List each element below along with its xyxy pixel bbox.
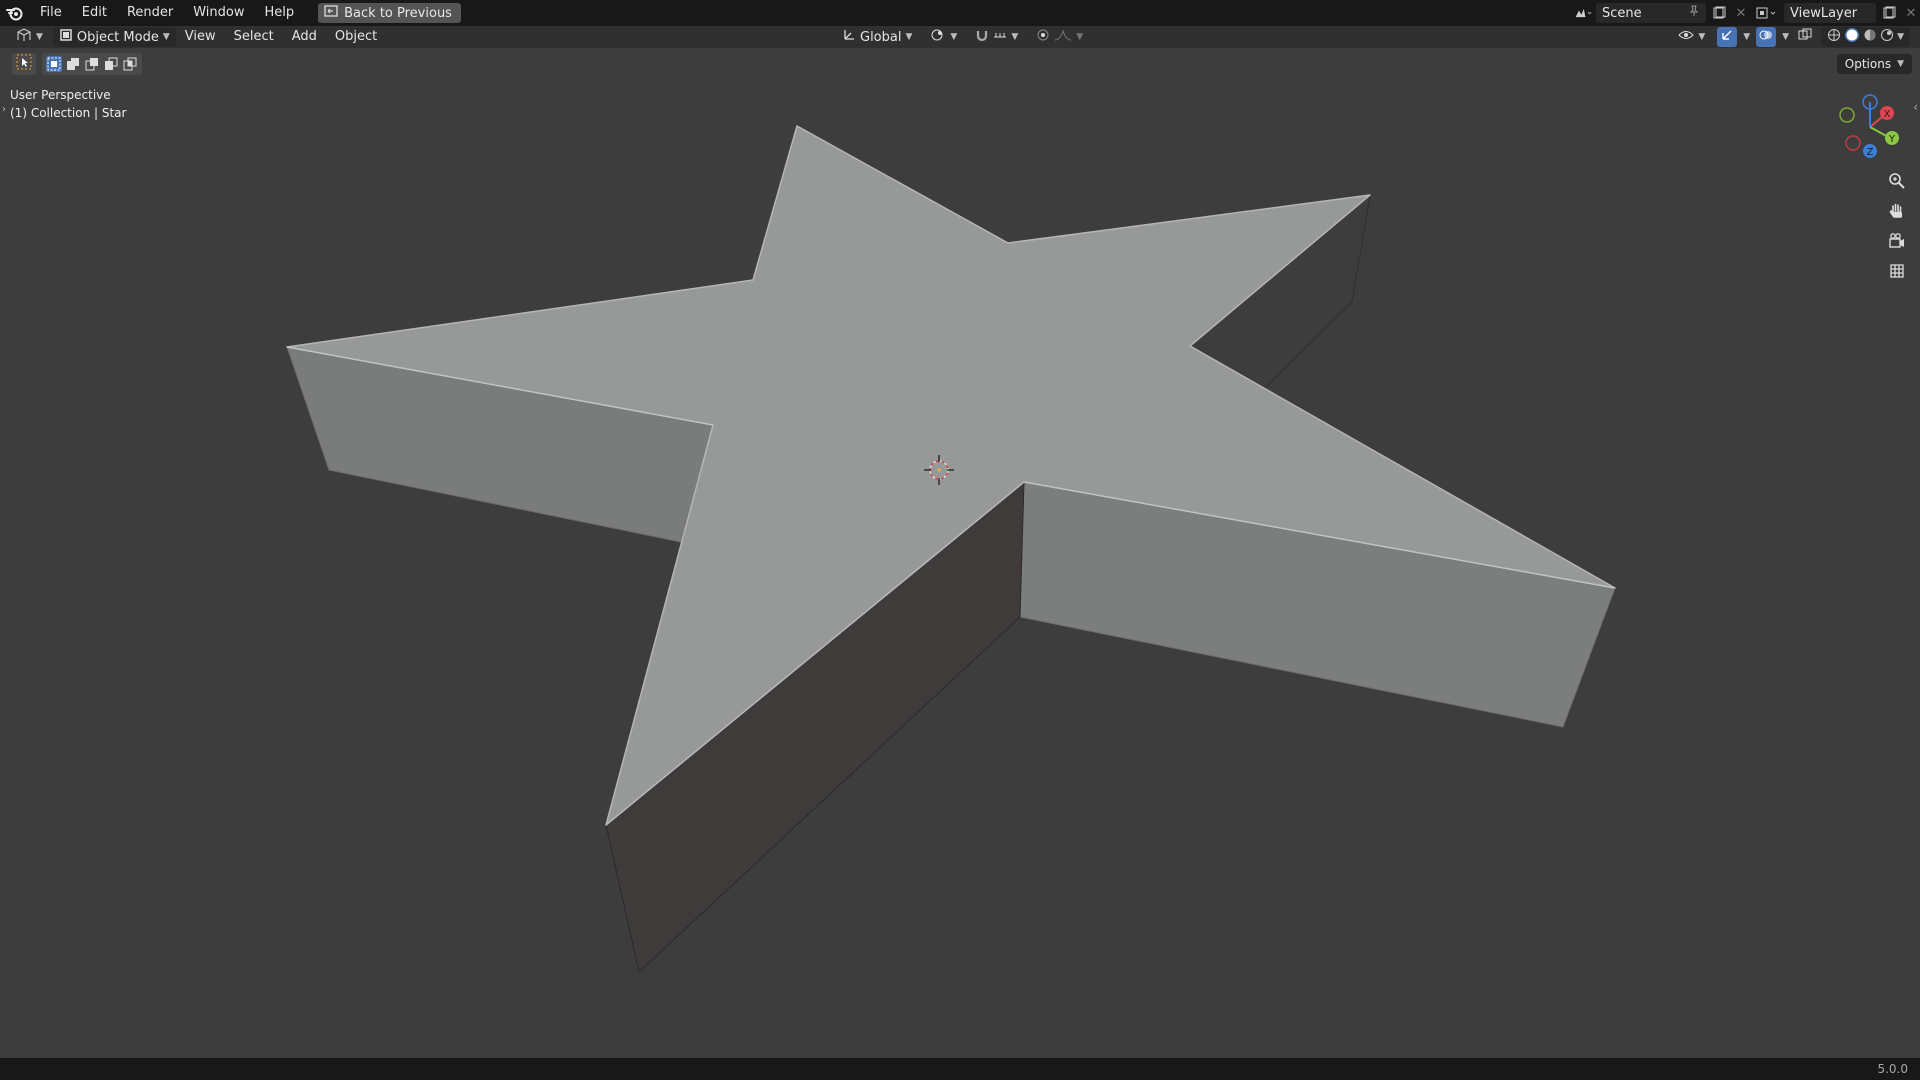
object-mode-icon [59, 28, 73, 46]
chevron-down-icon: ▼ [1698, 32, 1706, 42]
scene-name: Scene [1602, 5, 1642, 21]
select-tool-button[interactable] [12, 53, 36, 75]
top-right-controls: Scene ✕ ViewLayer ✕ [1574, 0, 1920, 26]
options-dropdown[interactable]: Options ▼ [1836, 54, 1912, 74]
3d-viewport-icon [16, 28, 32, 46]
viewport-header: ▼ Object Mode ▼ View Select Add Object G… [0, 26, 1920, 48]
editor-type-button[interactable]: ▼ [10, 27, 49, 47]
chevron-down-icon: ▼ [36, 32, 43, 42]
proportional-editing-icon [1036, 28, 1050, 46]
chevron-right-icon[interactable]: › [2, 104, 6, 115]
wireframe-shading-icon[interactable] [1827, 28, 1841, 46]
collection-info-label: (1) Collection | Star [10, 106, 127, 120]
chevron-down-icon: ▼ [1011, 32, 1019, 42]
selection-mode-group [42, 53, 142, 75]
back-to-previous-button[interactable]: Back to Previous [318, 3, 461, 23]
menu-add[interactable]: Add [283, 26, 326, 48]
version-label: 5.0.0 [1877, 1062, 1908, 1076]
transform-tools: Global ▼ ▼ ▼ ▼ [836, 26, 1089, 48]
xray-icon [1798, 28, 1812, 46]
gizmo-toggle[interactable] [1717, 27, 1738, 47]
viewport-info-overlay: User Perspective (1) Collection | Star [10, 86, 126, 122]
visibility-dropdown[interactable]: ▼ [1672, 27, 1711, 47]
overlays-icon [1759, 28, 1773, 46]
tool-header [12, 52, 142, 76]
screen-back-icon [324, 5, 338, 21]
view-name-label: User Perspective [10, 88, 111, 102]
orientation-dropdown[interactable]: Global ▼ [836, 27, 918, 47]
select-invert-icon[interactable] [103, 56, 119, 72]
menu-window[interactable]: Window [183, 0, 254, 26]
options-label: Options [1844, 57, 1892, 71]
snap-increment-icon [993, 28, 1007, 46]
cursor-arrow-icon [16, 54, 32, 74]
star-mesh[interactable] [0, 48, 1920, 1058]
chevron-down-icon: ▼ [1076, 32, 1084, 42]
solid-shading-icon[interactable] [1844, 27, 1860, 47]
shading-chevron-down-icon[interactable]: ▼ [1897, 32, 1904, 42]
blender-logo-icon[interactable] [0, 0, 30, 26]
menu-view[interactable]: View [176, 26, 225, 48]
menu-select[interactable]: Select [225, 26, 283, 48]
xray-toggle[interactable] [1795, 27, 1815, 47]
magnet-icon [975, 28, 989, 46]
chevron-down-icon: ▼ [950, 32, 958, 42]
falloff-curve-icon [1054, 28, 1072, 46]
chevron-down-icon: ▼ [905, 32, 913, 42]
camera-icon[interactable] [1884, 228, 1910, 254]
pivot-icon [930, 28, 946, 46]
gizmo-icon [1720, 28, 1734, 46]
chevron-down-icon: ▼ [162, 32, 170, 42]
grid-icon[interactable] [1884, 258, 1910, 284]
select-intersect-icon[interactable] [122, 56, 138, 72]
hand-pan-icon[interactable] [1884, 198, 1910, 224]
top-bar: File Edit Render Window Help Back to Pre… [0, 0, 1920, 26]
gizmo-neg-x-icon[interactable] [1845, 135, 1861, 151]
mode-dropdown[interactable]: Object Mode ▼ [52, 27, 176, 47]
menu-file[interactable]: File [30, 0, 72, 26]
svg-text:X: X [1884, 109, 1891, 120]
menu-object[interactable]: Object [326, 26, 386, 48]
chevron-down-icon: ▼ [1897, 59, 1904, 69]
view-layer-name: ViewLayer [1790, 5, 1858, 21]
rendered-shading-icon[interactable] [1880, 28, 1894, 46]
new-scene-icon[interactable] [1710, 4, 1728, 22]
status-bar: 5.0.0 [0, 1058, 1920, 1080]
material-preview-shading-icon[interactable] [1863, 28, 1877, 46]
pin-icon[interactable] [1688, 5, 1700, 21]
pivot-point-dropdown[interactable]: ▼ [924, 27, 963, 47]
menu-render[interactable]: Render [117, 0, 183, 26]
view-layer-field[interactable]: ViewLayer [1784, 3, 1876, 23]
orientation-label: Global [860, 29, 902, 45]
snap-toggle[interactable]: ▼ [969, 27, 1024, 47]
proportional-editing-toggle[interactable]: ▼ [1030, 27, 1089, 47]
svg-text:Y: Y [1888, 134, 1896, 145]
gizmo-neg-y-icon[interactable] [1839, 107, 1855, 123]
select-set-new-icon[interactable] [46, 56, 62, 72]
back-to-previous-label: Back to Previous [344, 5, 452, 21]
overlays-chevron-down-icon[interactable]: ▼ [1782, 32, 1789, 42]
shading-modes: ▼ [1821, 27, 1910, 47]
svg-text:Z: Z [1867, 147, 1874, 158]
select-extend-icon[interactable] [65, 56, 81, 72]
3d-viewport[interactable] [0, 48, 1920, 1058]
menu-help[interactable]: Help [255, 0, 305, 26]
menu-edit[interactable]: Edit [72, 0, 117, 26]
orientation-icon [842, 28, 856, 46]
zoom-icon[interactable] [1884, 168, 1910, 194]
viewport-display-tools: ▼ ▼ ▼ ▼ [1672, 26, 1910, 48]
scene-selector-icon[interactable] [1574, 4, 1592, 22]
sidebar-toggle-chevron-icon[interactable]: ‹ [1913, 100, 1918, 114]
scene-field[interactable]: Scene [1596, 3, 1706, 23]
view-layer-selector-icon[interactable] [1754, 4, 1780, 22]
mode-label: Object Mode [76, 29, 159, 45]
delete-view-layer-icon[interactable]: ✕ [1902, 4, 1920, 22]
gizmo-chevron-down-icon[interactable]: ▼ [1743, 32, 1750, 42]
navigation-gizmo[interactable]: X Y Z [1830, 92, 1910, 162]
eye-selectability-icon [1678, 28, 1695, 46]
select-subtract-icon[interactable] [84, 56, 100, 72]
delete-scene-icon[interactable]: ✕ [1732, 4, 1750, 22]
overlays-toggle[interactable] [1756, 27, 1777, 47]
new-view-layer-icon[interactable] [1880, 4, 1898, 22]
